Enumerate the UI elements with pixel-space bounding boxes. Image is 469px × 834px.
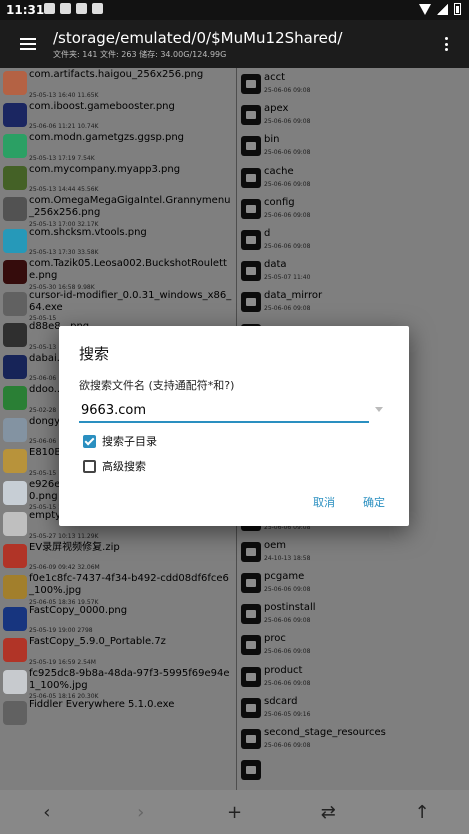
advanced-search-label: 高级搜索 [102,460,146,473]
search-history-dropdown-icon[interactable] [373,405,385,415]
forward-button[interactable]: › [121,797,161,827]
system-icons [419,3,461,15]
advanced-search-option[interactable]: 高级搜索 [83,458,146,474]
telegram-icon [60,3,71,14]
signal-icon [437,3,448,15]
ok-button[interactable]: 确定 [363,494,385,510]
dialog-title: 搜索 [79,345,110,363]
search-subdir-checkbox[interactable] [83,434,96,448]
back-button[interactable]: ‹ [27,797,67,827]
swap-panes-button[interactable]: ⇄ [308,797,348,827]
wifi-icon [419,3,431,15]
search-subdir-label: 搜索子目录 [102,435,157,448]
current-path: /storage/emulated/0/$MuMu12Shared/ [53,29,343,47]
advanced-search-checkbox[interactable] [83,459,96,473]
notification-icon [44,3,55,14]
status-time: 11:31 [6,3,45,17]
battery-icon [454,3,461,15]
app-icon [92,3,103,14]
search-subdir-option[interactable]: 搜索子目录 [83,433,157,449]
search-input[interactable] [79,399,369,423]
cat-icon [76,3,87,14]
status-bar: 11:31 [0,0,469,20]
cancel-button[interactable]: 取消 [313,494,335,510]
notification-icons [44,3,103,14]
search-dialog: 搜索 欲搜索文件名 (支持通配符*和?) 搜索子目录 高级搜索 取消 确定 [59,326,409,526]
search-prompt: 欲搜索文件名 (支持通配符*和?) [79,379,235,392]
add-button[interactable]: + [214,797,254,827]
menu-icon[interactable] [20,38,36,50]
storage-stats: 文件夹: 141 文件: 263 储存: 34.00G/124.99G [53,50,227,59]
app-header: /storage/emulated/0/$MuMu12Shared/ 文件夹: … [0,20,469,68]
bottom-toolbar: ‹ › + ⇄ ↑ [0,790,469,834]
more-options-icon[interactable] [445,37,449,51]
parent-directory-button[interactable]: ↑ [402,797,442,827]
